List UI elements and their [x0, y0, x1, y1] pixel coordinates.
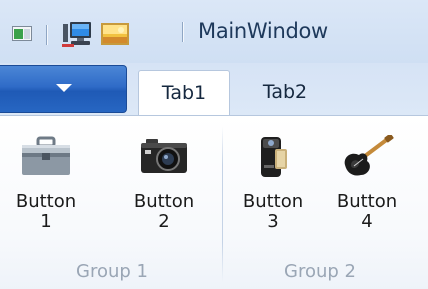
button-3-label: Button 3	[242, 191, 304, 232]
button-4-label: Button 4	[336, 191, 398, 232]
button-3[interactable]: Button 3	[233, 135, 313, 265]
button-1-label: Button 1	[15, 191, 77, 232]
guitar-icon	[327, 135, 407, 179]
quick-access-separator	[46, 25, 47, 45]
window-title: MainWindow	[198, 19, 328, 43]
title-bar: MainWindow	[0, 0, 428, 64]
title-separator	[182, 22, 183, 42]
ribbon-panel: Button 1 Button 2 Group 1 Button 3 Butto…	[0, 115, 428, 289]
group-2-label: Group 2	[284, 261, 356, 282]
chevron-down-icon	[56, 84, 72, 92]
camera-icon	[124, 135, 204, 179]
picture-icon[interactable]	[100, 20, 130, 48]
tab-tab1[interactable]: Tab1	[138, 70, 230, 116]
camcorder-icon	[233, 135, 313, 179]
computer-icon[interactable]	[62, 20, 92, 48]
group-1-label: Group 1	[76, 261, 148, 282]
application-menu-button[interactable]	[0, 65, 127, 113]
button-4[interactable]: Button 4	[327, 135, 407, 265]
group-separator	[222, 126, 223, 282]
tab-tab2[interactable]: Tab2	[232, 70, 338, 116]
window-app-icon[interactable]	[12, 26, 32, 41]
button-2[interactable]: Button 2	[124, 135, 204, 265]
main-window: MainWindow Tab1 Tab2 Button 1 Button 2 G…	[0, 0, 428, 289]
button-2-label: Button 2	[133, 191, 195, 232]
toolbox-icon	[6, 135, 86, 179]
button-1[interactable]: Button 1	[6, 135, 86, 265]
